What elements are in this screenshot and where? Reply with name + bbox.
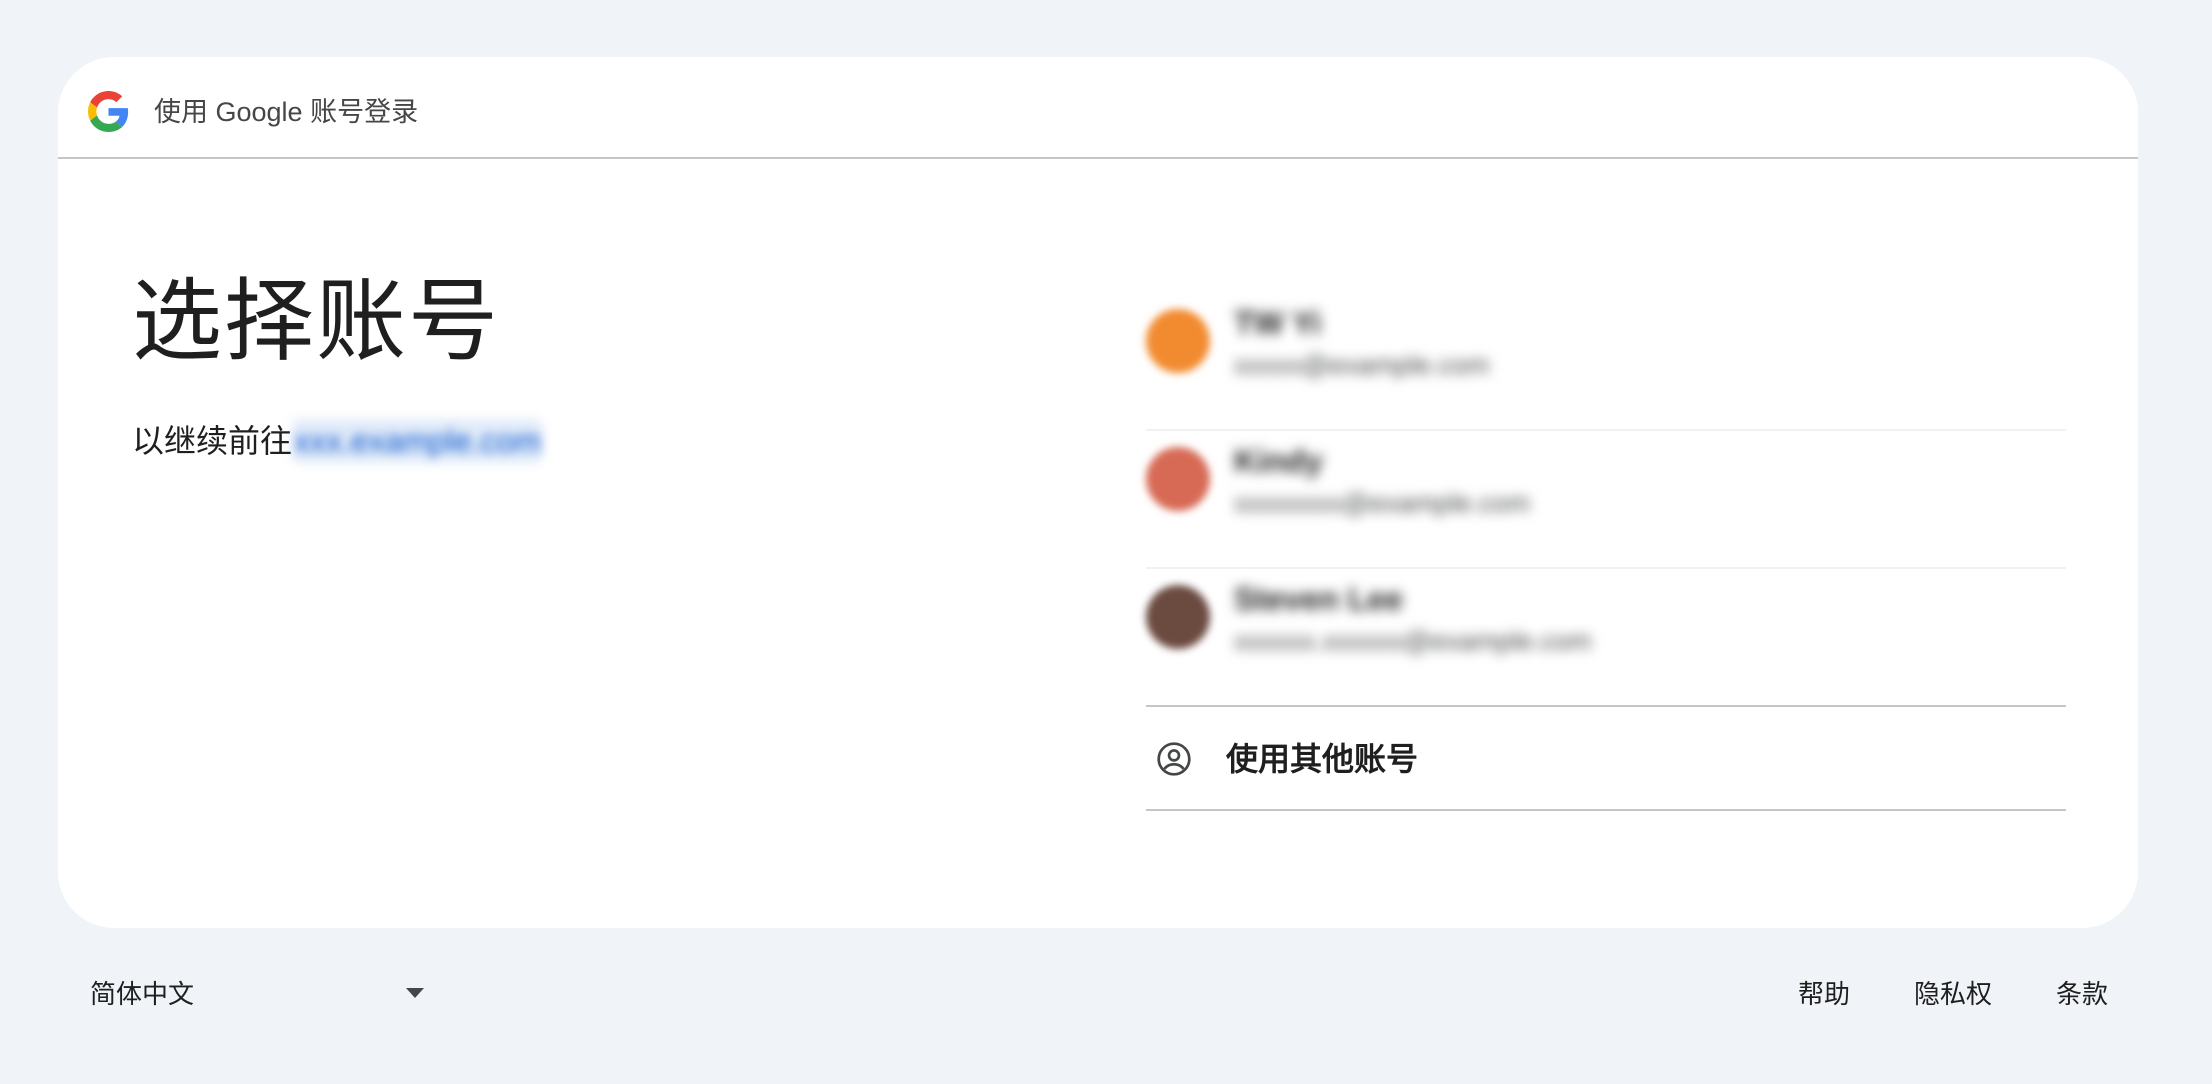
signin-card: 使用 Google 账号登录 选择账号 以继续前往xxx.example.com…	[58, 57, 2138, 928]
footer-links: 帮助 隐私权 条款	[1798, 974, 2108, 1014]
card-header: 使用 Google 账号登录	[58, 57, 2138, 159]
account-list: TW Yi xxxxx@example.com Kindy xxxxxxxx@e…	[1146, 293, 2066, 811]
account-email: xxxxxx.xxxxxx@example.com	[1234, 626, 1592, 656]
account-item[interactable]: Kindy xxxxxxxx@example.com	[1146, 431, 2066, 569]
terms-link[interactable]: 条款	[2056, 974, 2108, 1014]
account-text: Kindy xxxxxxxx@example.com	[1234, 439, 1530, 523]
left-pane: 选择账号 以继续前往xxx.example.com	[132, 267, 1032, 463]
account-name: Steven Lee	[1234, 581, 1403, 617]
avatar	[1146, 447, 1210, 511]
language-select[interactable]: 简体中文	[90, 974, 430, 1014]
account-circle-icon	[1157, 742, 1191, 776]
account-item[interactable]: TW Yi xxxxx@example.com	[1146, 293, 2066, 431]
account-text: TW Yi xxxxx@example.com	[1234, 301, 1489, 385]
subtitle: 以继续前往xxx.example.com	[132, 419, 1032, 463]
caret-down-icon	[406, 988, 424, 998]
language-label: 简体中文	[90, 979, 195, 1009]
privacy-link[interactable]: 隐私权	[1914, 974, 1992, 1014]
account-item[interactable]: Steven Lee xxxxxx.xxxxxx@example.com	[1146, 569, 2066, 707]
subtitle-prefix: 以继续前往	[132, 423, 293, 459]
account-name: TW Yi	[1234, 305, 1322, 341]
account-name: Kindy	[1234, 443, 1323, 479]
account-email: xxxxx@example.com	[1234, 350, 1490, 380]
use-another-account-button[interactable]: 使用其他账号	[1146, 705, 2066, 811]
account-text: Steven Lee xxxxxx.xxxxxx@example.com	[1234, 577, 1591, 661]
google-g-icon	[88, 91, 129, 132]
help-link[interactable]: 帮助	[1798, 974, 1850, 1014]
footer: 简体中文 帮助 隐私权 条款	[0, 962, 2212, 1022]
header-title: 使用 Google 账号登录	[154, 97, 419, 127]
destination-link[interactable]: xxx.example.com	[292, 419, 544, 463]
avatar	[1146, 309, 1210, 373]
page-title: 选择账号	[132, 272, 500, 372]
account-email: xxxxxxxx@example.com	[1234, 488, 1530, 518]
avatar	[1146, 585, 1210, 649]
use-another-account-label: 使用其他账号	[1226, 741, 1419, 777]
